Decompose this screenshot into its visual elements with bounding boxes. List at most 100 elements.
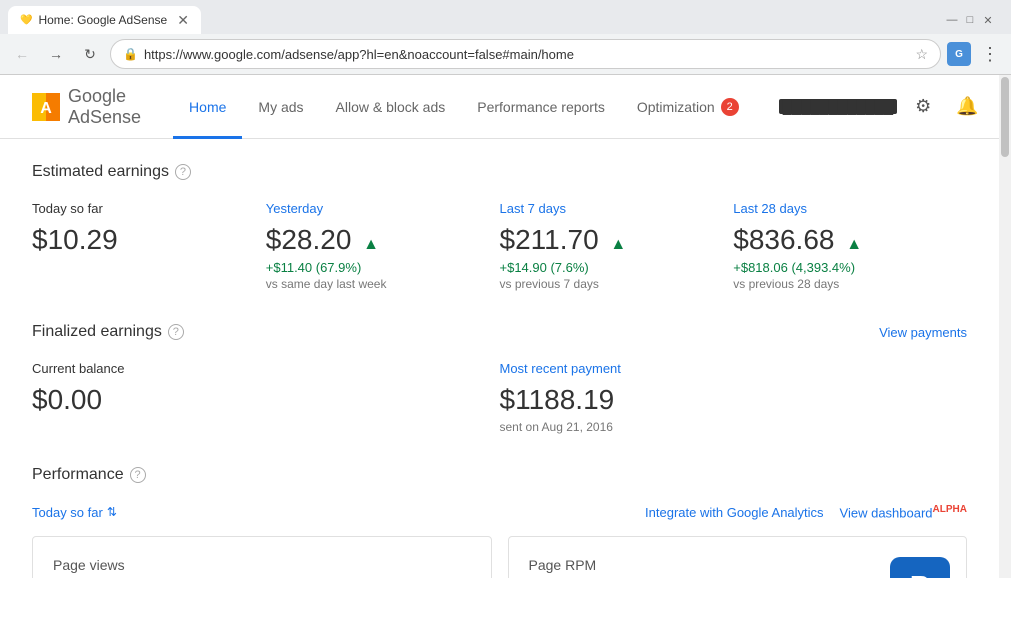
page-wrapper: A Google AdSense Home My ads Allow & blo… — [0, 75, 1011, 578]
nav-my-ads-label: My ads — [258, 99, 303, 115]
svg-text:A: A — [40, 100, 52, 117]
current-balance-label: Current balance — [32, 361, 500, 376]
minimize-button[interactable]: — — [945, 13, 959, 27]
view-dashboard-link[interactable]: View dashboardALPHA — [840, 504, 967, 520]
earnings-28days-change: +$818.06 (4,393.4%) — [733, 260, 943, 275]
performance-timerange-label: Today so far — [32, 505, 103, 520]
branding-logo-svg: B ) — [890, 557, 950, 578]
header-actions: ████████████ ⚙ 🔔 Help — [779, 89, 999, 125]
performance-help[interactable]: ? — [130, 467, 146, 483]
svg-text:B: B — [910, 570, 930, 578]
nav-my-ads[interactable]: My ads — [242, 75, 319, 139]
yesterday-up-arrow: ▲ — [363, 236, 379, 253]
optimization-badge: 2 — [721, 98, 739, 116]
finalized-earnings-title-text: Finalized earnings — [32, 323, 162, 341]
nav-optimization-label: Optimization — [637, 99, 715, 115]
nav-allow-block-ads[interactable]: Allow & block ads — [320, 75, 462, 139]
earnings-7days-vs: vs previous 7 days — [500, 277, 710, 291]
earnings-28days-amount: $836.68 ▲ — [733, 224, 943, 256]
7days-up-arrow: ▲ — [610, 236, 626, 253]
scrollbar-thumb[interactable] — [1001, 77, 1009, 157]
finalized-grid-row: Current balance $0.00 Most recent paymen… — [32, 361, 967, 434]
performance-links: Integrate with Google Analytics View das… — [645, 504, 967, 520]
performance-cards: Page views 11,385 Page RPM $0.21 B ) — [32, 536, 967, 578]
performance-timerange-dropdown[interactable]: Today so far ⇅ — [32, 505, 117, 520]
page-views-label: Page views — [53, 557, 471, 573]
most-recent-payment-amount: $1188.19 — [500, 384, 968, 416]
nav-home-label: Home — [189, 99, 226, 115]
earnings-28days-label[interactable]: Last 28 days — [733, 201, 943, 216]
dropdown-icon: ⇅ — [107, 505, 117, 519]
chrome-menu-button[interactable]: ⋮ — [977, 40, 1003, 69]
alpha-badge: ALPHA — [933, 504, 967, 515]
refresh-button[interactable]: ↻ — [76, 40, 104, 68]
most-recent-payment-col: Most recent payment $1188.19 sent on Aug… — [500, 361, 968, 434]
back-icon: ← — [15, 46, 29, 62]
performance-section: Performance ? Today so far ⇅ Integrate w… — [32, 466, 967, 578]
extension-icon[interactable]: G — [947, 42, 971, 66]
page-views-card: Page views 11,385 — [32, 536, 492, 578]
earnings-7days-amount: $211.70 ▲ — [500, 224, 710, 256]
tab-favicon: 💛 — [20, 15, 32, 26]
branding-logo: B ) — [890, 557, 950, 578]
nav-performance-reports-label: Performance reports — [477, 99, 605, 115]
active-tab[interactable]: 💛 Home: Google AdSense ✕ — [8, 6, 201, 34]
forward-icon: → — [49, 46, 63, 62]
back-button[interactable]: ← — [8, 40, 36, 68]
forward-button[interactable]: → — [42, 40, 70, 68]
settings-button[interactable]: ⚙ — [905, 89, 941, 125]
earnings-7days-change: +$14.90 (7.6%) — [500, 260, 710, 275]
nav-performance-reports[interactable]: Performance reports — [461, 75, 621, 139]
menu-icon: ⋮ — [981, 44, 999, 64]
earnings-28days-vs: vs previous 28 days — [733, 277, 943, 291]
app-logo: A Google AdSense — [32, 86, 141, 128]
maximize-button[interactable]: □ — [963, 13, 977, 27]
current-balance-col: Current balance $0.00 — [32, 361, 500, 434]
url-text: https://www.google.com/adsense/app?hl=en… — [144, 47, 909, 62]
most-recent-payment-date: sent on Aug 21, 2016 — [500, 420, 968, 434]
most-recent-payment-label[interactable]: Most recent payment — [500, 361, 968, 376]
refresh-icon: ↻ — [84, 46, 96, 63]
tab-bar: 💛 Home: Google AdSense ✕ — □ ✕ — [0, 0, 1011, 34]
estimated-earnings-title-text: Estimated earnings — [32, 163, 169, 181]
earnings-grid: Today so far $10.29 Yesterday $28.20 ▲ +… — [32, 201, 967, 291]
finalized-earnings-grid: Current balance $0.00 Most recent paymen… — [32, 361, 967, 434]
gear-icon: ⚙ — [915, 96, 931, 117]
view-payments-link[interactable]: View payments — [879, 325, 967, 340]
nav-home[interactable]: Home — [173, 75, 242, 139]
finalized-earnings-section: Finalized earnings ? View payments Curre… — [32, 323, 967, 434]
finalized-earnings-header: Finalized earnings ? View payments — [32, 323, 967, 341]
integrate-analytics-link[interactable]: Integrate with Google Analytics — [645, 505, 824, 520]
bookmark-icon[interactable]: ☆ — [915, 46, 928, 63]
page-rpm-label: Page RPM — [529, 557, 947, 573]
adsense-logo-svg: A — [32, 93, 60, 121]
estimated-earnings-help[interactable]: ? — [175, 164, 191, 180]
performance-controls: Today so far ⇅ Integrate with Google Ana… — [32, 504, 967, 520]
current-balance-amount: $0.00 — [32, 384, 500, 416]
close-button[interactable]: ✕ — [981, 13, 995, 27]
tab-close-button[interactable]: ✕ — [177, 12, 189, 29]
earnings-7days-label[interactable]: Last 7 days — [500, 201, 710, 216]
scrollbar-track[interactable] — [999, 75, 1011, 578]
logo-text: Google AdSense — [68, 86, 141, 128]
earnings-yesterday-label[interactable]: Yesterday — [266, 201, 476, 216]
earnings-yesterday-vs: vs same day last week — [266, 277, 476, 291]
earnings-today: Today so far $10.29 — [32, 201, 266, 291]
earnings-yesterday: Yesterday $28.20 ▲ +$11.40 (67.9%) vs sa… — [266, 201, 500, 291]
nav-optimization[interactable]: Optimization 2 — [621, 75, 755, 139]
earnings-today-amount: $10.29 — [32, 224, 242, 256]
lock-icon: 🔒 — [123, 47, 138, 61]
performance-title-text: Performance — [32, 466, 124, 484]
earnings-28days: Last 28 days $836.68 ▲ +$818.06 (4,393.4… — [733, 201, 967, 291]
bell-icon: 🔔 — [956, 96, 978, 117]
earnings-yesterday-amount: $28.20 ▲ — [266, 224, 476, 256]
notifications-button[interactable]: 🔔 — [949, 89, 985, 125]
page-rpm-card: Page RPM $0.21 B ) — [508, 536, 968, 578]
tab-title: Home: Google AdSense — [38, 13, 167, 27]
earnings-today-label: Today so far — [32, 201, 242, 216]
page-content: A Google AdSense Home My ads Allow & blo… — [0, 75, 999, 578]
url-bar[interactable]: 🔒 https://www.google.com/adsense/app?hl=… — [110, 39, 941, 69]
finalized-earnings-help[interactable]: ? — [168, 324, 184, 340]
estimated-earnings-section: Estimated earnings ? Today so far $10.29… — [32, 163, 967, 291]
28days-up-arrow: ▲ — [846, 236, 862, 253]
